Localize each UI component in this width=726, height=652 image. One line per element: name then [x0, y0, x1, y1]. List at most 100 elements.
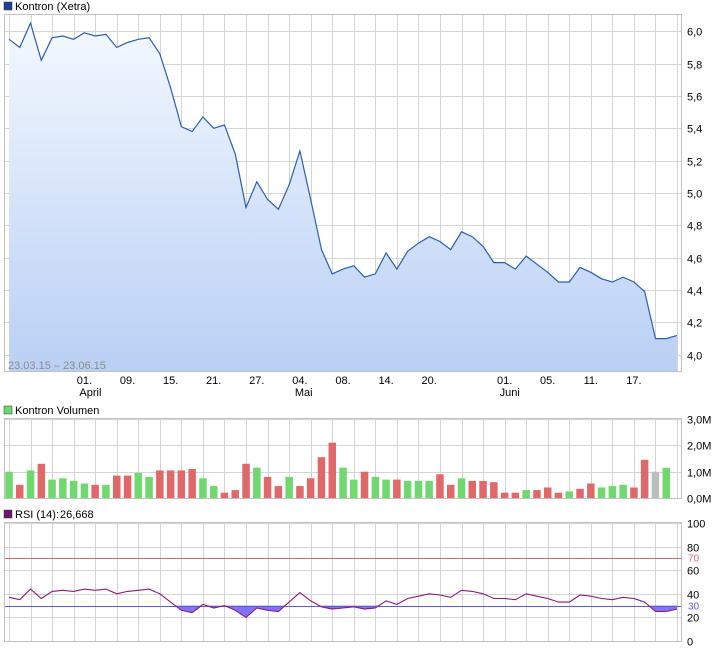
price-y-tick: 4,0	[687, 351, 702, 363]
volume-bar	[145, 476, 153, 498]
rsi-level-label: 30	[688, 602, 700, 613]
volume-bar	[188, 469, 196, 498]
volume-title: Kontron Volumen	[15, 405, 99, 417]
volume-bar	[16, 484, 24, 498]
volume-bar	[619, 484, 627, 498]
volume-y-tick: 2,0M	[687, 441, 711, 453]
price-x-tick: 01.	[77, 375, 92, 387]
volume-bar	[102, 484, 110, 498]
volume-bar	[210, 486, 218, 498]
price-x-tick: 14.	[378, 375, 393, 387]
price-x-tick: 20.	[422, 375, 437, 387]
volume-bar	[134, 473, 142, 498]
price-y-tick: 4,2	[687, 318, 702, 330]
price-area	[9, 23, 677, 371]
volume-bar	[403, 480, 412, 498]
volume-bar	[414, 480, 423, 498]
volume-bar	[447, 484, 455, 498]
volume-bar	[630, 487, 638, 498]
rsi-y-tick: 20	[687, 613, 699, 625]
rsi-panel: RSI (14): 26,668 70 30 100 80 60 40 20 0	[3, 509, 705, 649]
rsi-y-tick: 100	[687, 519, 705, 531]
price-panel: Kontron (Xetra) 23.03.15 – 23.06.15 6,0 5…	[3, 1, 702, 399]
price-y-tick: 4,4	[687, 286, 702, 298]
volume-y-tick: 3,0M	[687, 415, 711, 427]
price-title: Kontron (Xetra)	[15, 1, 90, 13]
price-y-tick: 5,8	[687, 60, 702, 72]
price-x-tick: 15.	[163, 375, 178, 387]
volume-bar	[48, 479, 56, 498]
volume-bar	[91, 484, 99, 498]
rsi-levels: 70 30	[5, 554, 700, 613]
volume-bar	[242, 463, 250, 498]
volume-bar	[156, 470, 164, 498]
volume-bar	[306, 478, 315, 499]
price-y-tick: 4,6	[687, 254, 702, 266]
volume-y-axis: 3,0M 2,0M 1,0M 0,0M	[687, 415, 711, 506]
volume-bar	[425, 480, 433, 498]
volume-bar	[640, 459, 649, 498]
volume-bar	[651, 471, 660, 498]
price-date-range: 23.03.15 – 23.06.15	[8, 360, 106, 372]
price-y-tick: 6,0	[687, 27, 702, 39]
price-x-month: April	[79, 387, 101, 399]
price-y-tick: 4,8	[687, 221, 702, 233]
price-x-tick: 04.	[292, 375, 307, 387]
price-x-tick: 08.	[335, 375, 350, 387]
price-y-axis: 6,0 5,8 5,6 5,4 5,2 5,0 4,8 4,6 4,4 4,2 4,0	[687, 27, 702, 363]
rsi-legend-swatch	[3, 509, 13, 519]
volume-bar	[490, 482, 498, 498]
volume-bar	[597, 487, 606, 498]
volume-bar	[166, 470, 175, 498]
volume-y-tick: 0,0M	[687, 494, 711, 506]
volume-bar	[544, 487, 552, 498]
price-x-tick: 01.	[497, 375, 512, 387]
volume-bar	[662, 467, 670, 498]
volume-bar	[220, 492, 229, 498]
volume-bar	[360, 471, 369, 498]
rsi-y-tick: 60	[687, 566, 699, 578]
volume-bar	[37, 463, 46, 498]
rsi-y-tick: 40	[687, 590, 699, 602]
volume-bar	[371, 476, 380, 498]
volume-bar	[59, 478, 67, 499]
rsi-level-label: 70	[688, 554, 700, 565]
volume-bar	[436, 474, 444, 498]
volume-bar	[533, 490, 541, 498]
volume-bar	[231, 490, 239, 498]
volume-bar	[177, 470, 186, 498]
volume-bar	[285, 476, 293, 498]
rsi-y-tick: 0	[687, 637, 693, 649]
volume-bar	[382, 479, 390, 498]
volume-bar	[317, 457, 326, 498]
volume-bar	[608, 486, 617, 498]
stock-chart: Kontron (Xetra) 23.03.15 – 23.06.15 6,0 5…	[3, 1, 711, 649]
volume-bar	[113, 475, 121, 498]
rsi-frame	[4, 522, 682, 642]
price-y-tick: 5,4	[687, 124, 702, 136]
price-x-month: Mai	[295, 387, 313, 399]
rsi-grid	[5, 523, 681, 642]
volume-bar	[479, 480, 487, 498]
price-x-tick: 21.	[206, 375, 221, 387]
volume-bar	[274, 486, 283, 498]
price-y-tick: 5,0	[687, 189, 702, 201]
volume-legend-swatch	[3, 405, 13, 415]
volume-bar	[350, 479, 358, 498]
volume-bar	[587, 483, 595, 498]
volume-bar	[5, 471, 13, 498]
volume-bar	[69, 480, 78, 498]
price-x-axis: 01.April09. 15. 21. 27. 04.Mai08. 14. 20. 01.Ju…	[77, 375, 642, 399]
price-x-tick: 27.	[249, 375, 264, 387]
volume-bar	[296, 486, 304, 498]
volume-bar	[565, 491, 573, 498]
volume-bar	[328, 442, 336, 498]
volume-bar	[123, 475, 132, 498]
volume-bar	[253, 467, 261, 498]
rsi-y-axis: 100 80 60 40 20 0	[687, 519, 705, 649]
volume-bar	[339, 467, 347, 498]
rsi-value: 26,668	[60, 509, 94, 521]
price-x-tick: 05.	[540, 375, 555, 387]
volume-bar	[576, 488, 584, 498]
volume-bar	[522, 490, 530, 498]
